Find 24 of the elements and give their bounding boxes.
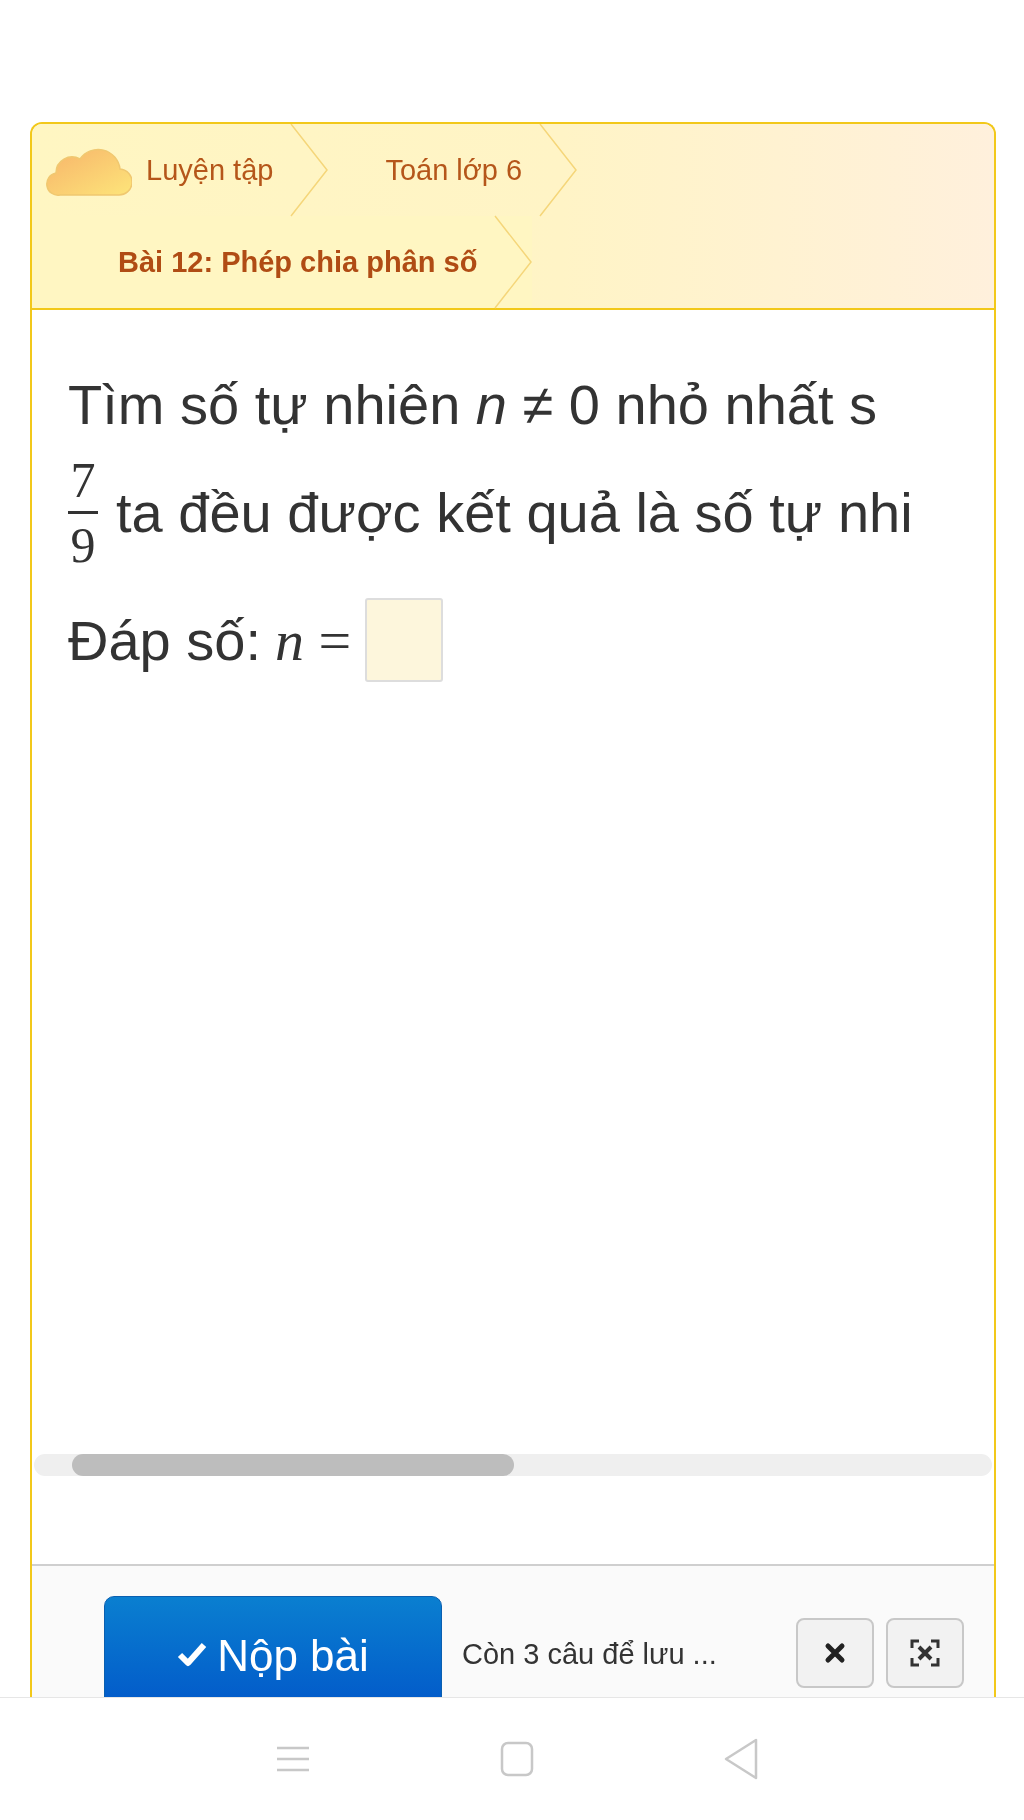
- close-button[interactable]: [796, 1618, 874, 1688]
- chevron-icon: [538, 124, 579, 218]
- question-text: Tìm số tự nhiên n ≠ 0 nhỏ nhất s: [68, 372, 879, 437]
- chevron-icon: [493, 214, 534, 310]
- fullscreen-icon: [910, 1639, 940, 1667]
- breadcrumb-link[interactable]: Toán lớp 6: [373, 153, 535, 187]
- submit-button[interactable]: Nộp bài: [104, 1596, 442, 1697]
- math-expression: n =: [275, 606, 352, 674]
- close-icon: [824, 1642, 846, 1664]
- answer-box[interactable]: [365, 598, 444, 682]
- breadcrumb-link[interactable]: Bài 12: Phép chia phân số: [106, 245, 490, 279]
- fullscreen-button[interactable]: [886, 1618, 964, 1688]
- status-text: Còn 3 câu để lưu ...: [462, 1638, 718, 1671]
- menu-icon[interactable]: [274, 1746, 311, 1772]
- breadcrumb-link[interactable]: Luyện tập: [146, 153, 286, 187]
- home-icon[interactable]: [500, 1741, 534, 1777]
- scrollbar-thumb[interactable]: [72, 1454, 514, 1476]
- back-icon[interactable]: [723, 1738, 760, 1780]
- chevron-icon: [289, 124, 330, 218]
- check-icon: [177, 1641, 208, 1667]
- fraction: 7 9: [68, 455, 98, 570]
- scrollbar[interactable]: [34, 1454, 992, 1476]
- answer-label: Đáp số:: [68, 607, 261, 673]
- question-text: ta đều được kết quả là số tự nhi: [116, 480, 913, 545]
